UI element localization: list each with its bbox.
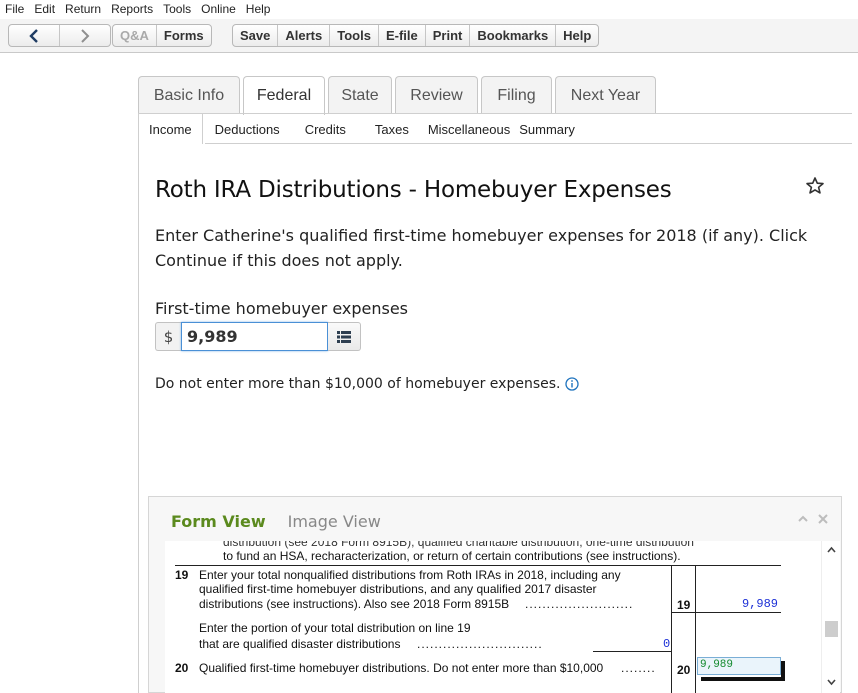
form-rule <box>593 651 671 652</box>
disaster-distribution-value[interactable]: 0 <box>663 637 670 651</box>
form-shadow <box>701 677 785 681</box>
line-19-value[interactable]: 9,989 <box>742 597 778 611</box>
tab-form-view[interactable]: Form View <box>171 512 266 531</box>
form-line-text: qualified first-time homebuyer distribut… <box>199 582 597 596</box>
line-20-value: 9,989 <box>700 659 734 671</box>
chevron-right-icon <box>81 28 90 43</box>
scrollbar-thumb[interactable] <box>825 621 838 637</box>
subtab-credits[interactable]: Credits <box>305 114 346 144</box>
form-shadow <box>781 661 785 681</box>
itemize-button[interactable] <box>328 322 361 351</box>
close-icon[interactable] <box>817 513 829 525</box>
scroll-up-icon[interactable] <box>826 545 837 555</box>
form-line-text: distributions (see instructions). Also s… <box>199 597 510 611</box>
alerts-button[interactable]: Alerts <box>278 25 331 46</box>
homebuyer-expenses-label: First-time homebuyer expenses <box>155 299 408 318</box>
limit-note: Do not enter more than $10,000 of homebu… <box>155 376 580 392</box>
form-line-text: Enter your total nonqualified distributi… <box>199 568 621 582</box>
form-line-text: Qualified first-time homebuyer distribut… <box>199 661 604 675</box>
panel-controls <box>797 513 829 525</box>
instructions-text: Enter Catherine's qualified first-time h… <box>155 226 808 270</box>
toolbar: Q&A Forms Save Alerts Tools E-file Print… <box>0 19 858 53</box>
form-rule <box>175 565 781 566</box>
page-title: Roth IRA Distributions - Homebuyer Expen… <box>155 177 672 203</box>
chevron-left-icon <box>29 28 38 43</box>
form-view-tabs: Form View Image View <box>171 512 403 531</box>
homebuyer-expenses-input[interactable] <box>181 322 328 351</box>
print-button[interactable]: Print <box>426 25 471 46</box>
leader-dots: ........ <box>621 661 656 675</box>
scroll-down-icon[interactable] <box>826 677 837 687</box>
tab-federal[interactable]: Federal <box>243 76 325 115</box>
currency-prefix: $ <box>155 322 181 351</box>
line-number-19: 19 <box>175 568 189 582</box>
view-button-group: Q&A Forms <box>112 24 212 47</box>
main-tabs: Basic Info Federal State Review Filing N… <box>138 76 659 115</box>
box-label-19: 19 <box>677 598 691 612</box>
help-button[interactable]: Help <box>556 25 598 46</box>
tools-button[interactable]: Tools <box>330 25 379 46</box>
limit-note-text: Do not enter more than $10,000 of homebu… <box>155 376 561 392</box>
menu-tools[interactable]: Tools <box>158 2 196 16</box>
tab-next-year[interactable]: Next Year <box>555 76 656 114</box>
form-line-text: that are qualified disaster distribution… <box>199 637 401 651</box>
subtab-income[interactable]: Income <box>138 114 203 144</box>
homebuyer-expenses-field: $ <box>155 322 361 351</box>
info-icon[interactable] <box>565 377 580 391</box>
collapse-icon[interactable] <box>797 513 809 525</box>
box-label-20: 20 <box>677 663 691 677</box>
form-rule <box>671 612 781 613</box>
menu-online[interactable]: Online <box>196 2 241 16</box>
form-line-text: to fund an HSA, recharacterization, or r… <box>223 549 681 563</box>
tab-filing[interactable]: Filing <box>481 76 552 114</box>
menu-return[interactable]: Return <box>60 2 106 16</box>
sub-tabs: Income Deductions Credits Taxes Miscella… <box>138 114 575 144</box>
forms-button[interactable]: Forms <box>157 25 211 46</box>
form-rule <box>695 565 696 693</box>
forward-button[interactable] <box>60 25 111 46</box>
bookmarks-button[interactable]: Bookmarks <box>470 25 557 46</box>
leader-dots: ......................... <box>525 597 634 611</box>
form-rule <box>671 565 672 693</box>
subtab-divider <box>205 143 852 144</box>
nav-button-group <box>8 24 111 47</box>
menu-bar: File Edit Return Reports Tools Online He… <box>0 0 858 18</box>
subtab-deductions[interactable]: Deductions <box>215 114 280 144</box>
action-button-group: Save Alerts Tools E-file Print Bookmarks… <box>232 24 600 47</box>
star-bookmark-icon[interactable] <box>805 176 825 196</box>
form-scrollbar[interactable] <box>821 541 840 693</box>
form-line-text: Enter the portion of your total distribu… <box>199 621 471 635</box>
leader-dots: ............................. <box>417 637 543 651</box>
save-button[interactable]: Save <box>233 25 279 46</box>
subtab-summary[interactable]: Summary <box>519 114 575 144</box>
menu-reports[interactable]: Reports <box>106 2 158 16</box>
menu-file[interactable]: File <box>0 2 29 16</box>
form-view-panel: Form View Image View distribution (see 2… <box>148 496 842 693</box>
menu-help[interactable]: Help <box>241 2 276 16</box>
qa-button[interactable]: Q&A <box>113 25 157 46</box>
subtab-miscellaneous[interactable]: Miscellaneous <box>428 114 510 144</box>
tab-state[interactable]: State <box>328 76 392 114</box>
form-line-partial: distribution (see 2018 Form 8915B), qual… <box>223 541 694 549</box>
line-number-20: 20 <box>175 661 189 675</box>
form-document: distribution (see 2018 Form 8915B), qual… <box>165 541 821 693</box>
tab-basic-info[interactable]: Basic Info <box>138 76 240 114</box>
tab-image-view[interactable]: Image View <box>288 512 381 531</box>
subtab-taxes[interactable]: Taxes <box>375 114 409 144</box>
efile-button[interactable]: E-file <box>379 25 426 46</box>
tab-review[interactable]: Review <box>395 76 478 114</box>
list-icon <box>337 330 351 343</box>
back-button[interactable] <box>9 25 60 46</box>
menu-edit[interactable]: Edit <box>29 2 60 16</box>
